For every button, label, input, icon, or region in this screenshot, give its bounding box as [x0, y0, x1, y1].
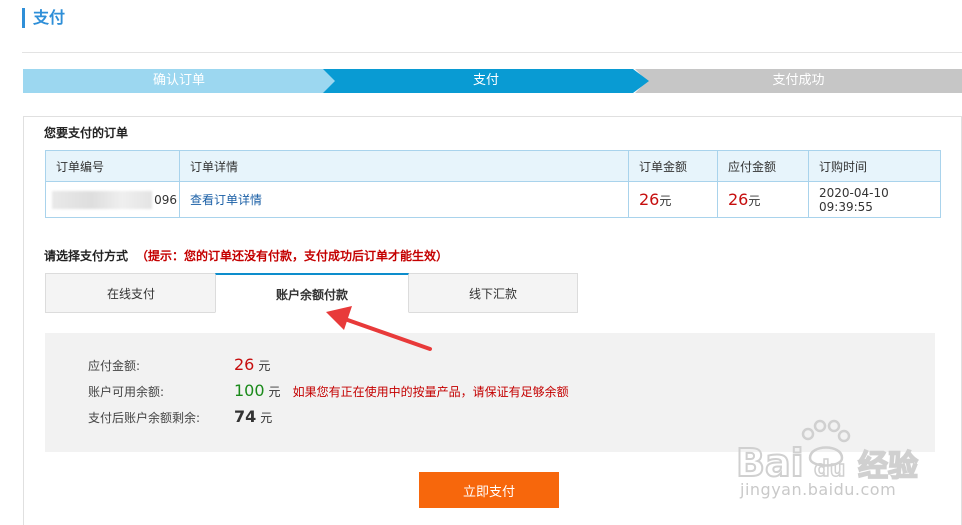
order-table: 订单编号 订单详情 订单金额 应付金额 订购时间 096 查看订单详情 26元 …: [45, 150, 941, 218]
payable-label: 应付金额:: [88, 359, 141, 373]
order-id-suffix: 096: [154, 193, 177, 207]
payable-row: 应付金额: 26 元: [88, 353, 270, 377]
available-balance-label: 账户可用余额:: [88, 385, 165, 399]
tab-online-payment[interactable]: 在线支付: [45, 273, 216, 313]
step-label: 支付: [472, 73, 499, 88]
column-header-order-time: 订购时间: [808, 150, 941, 182]
payment-method-label: 请选择支付方式: [44, 249, 129, 263]
order-time-cell: 2020-04-10 09:39:55: [808, 181, 941, 218]
pay-now-button[interactable]: 立即支付: [419, 472, 559, 508]
baidu-jingyan-watermark-icon: Bai du 经验: [735, 419, 919, 486]
order-amount-unit: 元: [659, 194, 672, 208]
column-header-order-detail: 订单详情: [179, 150, 629, 182]
view-order-detail-link[interactable]: 查看订单详情: [190, 193, 262, 207]
order-detail-cell: 查看订单详情: [179, 181, 629, 218]
payable-value: 26: [234, 355, 255, 374]
order-amount-value: 26: [639, 190, 660, 209]
tab-offline-transfer[interactable]: 线下汇款: [408, 273, 578, 313]
remaining-balance-label: 支付后账户余额剩余:: [88, 411, 201, 425]
step-confirm-order: 确认订单: [23, 69, 335, 93]
remaining-balance-row: 支付后账户余额剩余: 74 元: [88, 405, 272, 429]
watermark-url: jingyan.baidu.com: [740, 480, 897, 499]
payment-page: 支付 确认订单 支付成功 支付 您要支付的订单 订单编号 订单详情 订单金额 应…: [0, 0, 962, 525]
svg-text:du: du: [814, 457, 845, 482]
available-balance-value: 100: [234, 381, 265, 400]
step-label: 支付成功: [772, 73, 825, 88]
svg-text:Bai: Bai: [736, 441, 804, 485]
step-pay-current: 支付: [323, 69, 649, 93]
remaining-balance-unit: 元: [260, 411, 273, 425]
payment-hint: （提示：您的订单还没有付款，支付成功后订单才能生效）: [136, 249, 449, 263]
remaining-balance-value: 74: [234, 407, 257, 426]
payable-unit: 元: [258, 359, 271, 373]
step-label: 确认订单: [152, 73, 205, 88]
payable-amount-cell: 26元: [717, 181, 809, 218]
column-header-payable-amount: 应付金额: [717, 150, 809, 182]
available-balance-unit: 元: [268, 385, 281, 399]
order-id-cell: 096: [45, 181, 180, 218]
balance-warning: 如果您有正在使用中的按量产品，请保证有足够余额: [292, 385, 569, 399]
header-divider: [22, 52, 962, 53]
redacted-order-id: [52, 191, 152, 209]
table-row: 096 查看订单详情 26元 26元 2020-04-10 09:39:55: [45, 181, 941, 218]
payment-method-title: 请选择支付方式 （提示：您的订单还没有付款，支付成功后订单才能生效）: [44, 247, 448, 264]
tab-account-balance[interactable]: 账户余额付款: [215, 273, 409, 313]
payable-amount-unit: 元: [748, 194, 761, 208]
order-section-title: 您要支付的订单: [44, 126, 129, 140]
available-balance-row: 账户可用余额: 100 元如果您有正在使用中的按量产品，请保证有足够余额: [88, 379, 569, 403]
order-amount-cell: 26元: [628, 181, 718, 218]
step-pay-success: 支付成功: [635, 69, 962, 93]
payable-amount-value: 26: [728, 190, 749, 209]
column-header-order-id: 订单编号: [45, 150, 180, 182]
table-header-row: 订单编号 订单详情 订单金额 应付金额 订购时间: [45, 150, 941, 182]
page-title: 支付: [22, 8, 65, 28]
column-header-order-amount: 订单金额: [628, 150, 718, 182]
progress-steps: 确认订单 支付成功 支付: [23, 69, 962, 93]
svg-text:经验: 经验: [858, 449, 918, 484]
